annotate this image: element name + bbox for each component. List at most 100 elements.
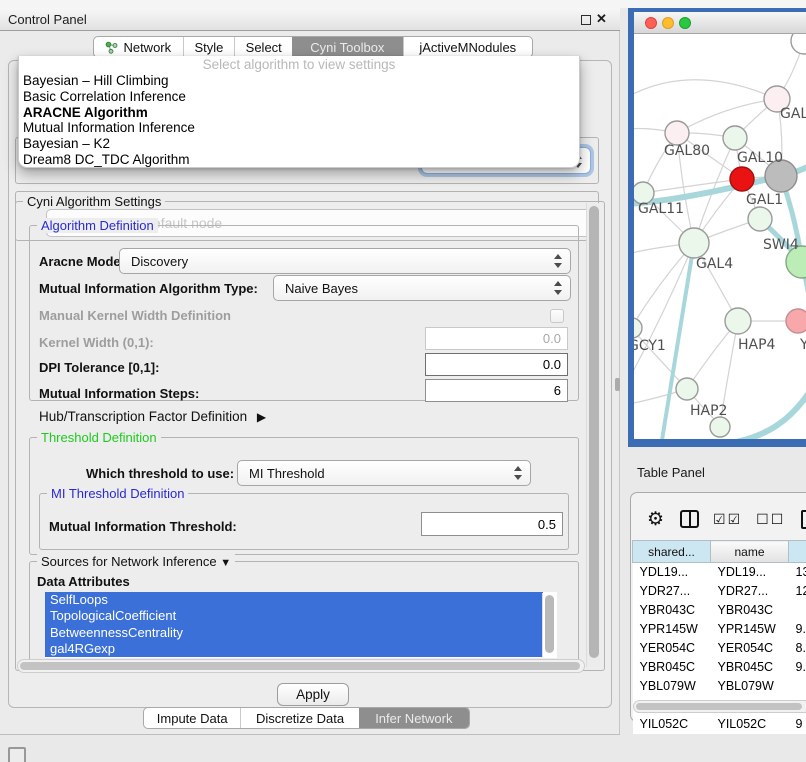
mac-close-icon[interactable] — [645, 17, 657, 29]
algorithm-option[interactable]: Mutual Information Inference — [19, 120, 579, 136]
panel-divider-grip[interactable] — [615, 378, 620, 391]
node-gal10[interactable] — [723, 126, 747, 150]
table-row[interactable]: YIL052CYIL052C9 — [633, 715, 806, 734]
node-gcy1[interactable] — [634, 318, 642, 338]
node-label: GAL80 — [664, 143, 710, 159]
attribute-item[interactable]: BetweennessCentrality — [45, 625, 543, 641]
col-shared-name[interactable]: shared... — [633, 541, 711, 563]
settings-hscrollbar[interactable] — [17, 659, 585, 673]
network-edge[interactable] — [726, 374, 806, 439]
node-gal1[interactable] — [730, 167, 754, 191]
settings-scrollbar[interactable] — [586, 203, 600, 667]
tab-discretize-data-label: Discretize Data — [256, 711, 344, 726]
which-threshold-combo[interactable]: MI Threshold — [237, 460, 531, 486]
bottom-tabbar: Impute Data Discretize Data Infer Networ… — [143, 707, 470, 729]
network-edge[interactable] — [677, 99, 777, 133]
table-cell: YBR043C — [633, 601, 711, 620]
table-row[interactable]: YBR045CYBR045C9. — [633, 658, 806, 677]
dpi-tolerance-input[interactable]: 0.0 — [425, 353, 568, 376]
close-icon[interactable]: ✕ — [596, 11, 607, 27]
network-window-titlebar[interactable] — [634, 12, 806, 34]
table-hscrollbar[interactable] — [633, 700, 806, 713]
table-cell: 8. — [789, 639, 806, 658]
tab-cyni-toolbox[interactable]: Cyni Toolbox — [292, 37, 402, 57]
node-label: SWI4 — [763, 237, 799, 253]
algorithm-option[interactable]: ARACNE Algorithm — [19, 105, 579, 121]
node-partial-top[interactable] — [791, 34, 806, 54]
aracne-mode-combo[interactable]: Discovery — [119, 248, 571, 274]
tab-style[interactable]: Style — [183, 37, 235, 57]
table-row[interactable]: YBL079WYBL079W — [633, 677, 806, 696]
table-cell — [789, 677, 806, 696]
algorithm-option[interactable]: Bayesian – Hill Climbing — [19, 73, 579, 89]
table-cell: YDL19... — [711, 563, 789, 582]
table-panel-title: Table Panel — [637, 465, 705, 480]
restore-panel-icon[interactable] — [8, 747, 26, 762]
aracne-mode-value: Discovery — [131, 254, 188, 269]
tab-discretize-data[interactable]: Discretize Data — [240, 708, 358, 728]
mac-minimize-icon[interactable] — [662, 17, 674, 29]
columns-icon[interactable] — [680, 510, 699, 528]
table-row[interactable]: YPR145WYPR145W9. — [633, 620, 806, 639]
tab-network[interactable]: Network — [94, 37, 183, 57]
apply-button[interactable]: Apply — [277, 683, 349, 706]
tab-select-label: Select — [246, 40, 282, 55]
collapse-down-icon: ▼ — [220, 557, 231, 569]
table-row[interactable]: YDL19...YDL19...13 — [633, 563, 806, 582]
mac-zoom-icon[interactable] — [679, 17, 691, 29]
table-cell — [789, 601, 806, 620]
data-attributes-list[interactable]: SelfLoopsTopologicalCoefficientBetweenne… — [45, 592, 557, 658]
algorithm-definition-legend: Algorithm Definition — [37, 218, 158, 233]
float-window-icon[interactable] — [581, 15, 591, 25]
attribute-item[interactable]: TopologicalCoefficient — [45, 608, 543, 624]
tab-network-label: Network — [123, 40, 171, 55]
gear-icon[interactable]: ⚙ — [647, 510, 664, 529]
node-label: HAP2 — [690, 403, 727, 419]
node-salmon[interactable] — [786, 309, 806, 333]
mi-type-value: Naive Bayes — [285, 281, 358, 296]
mi-threshold-input[interactable]: 0.5 — [421, 512, 563, 536]
network-edge[interactable] — [634, 80, 777, 99]
mi-type-label: Mutual Information Algorithm Type: — [39, 281, 258, 296]
attribute-item[interactable]: gal4RGexp — [45, 641, 543, 657]
table-header-row: shared... name — [633, 541, 806, 563]
algorithm-dropdown-prompt: Select algorithm to view settings — [19, 57, 579, 73]
node-partial-bottom[interactable] — [710, 417, 730, 437]
tab-select[interactable]: Select — [234, 37, 292, 57]
tab-infer-network[interactable]: Infer Network — [359, 708, 469, 728]
tab-jactivemnodules[interactable]: jActiveMNodules — [403, 37, 532, 57]
table-row[interactable]: YER054CYER054C8. — [633, 639, 806, 658]
attributes-list-scrollbar[interactable] — [542, 593, 555, 657]
table-cell: YBR043C — [711, 601, 789, 620]
algorithm-option[interactable]: Bayesian – K2 — [19, 136, 579, 152]
node-hap2[interactable] — [676, 378, 698, 400]
kernel-width-input[interactable]: 0.0 — [425, 327, 568, 350]
table-cell: 9 — [789, 715, 806, 734]
node-swi4[interactable] — [748, 207, 772, 231]
mi-type-combo[interactable]: Naive Bayes — [273, 275, 571, 301]
deselect-all-checks-icon[interactable]: ☐☐ — [756, 511, 785, 528]
col-name[interactable]: name — [711, 541, 789, 563]
network-canvas[interactable]: GALGAL80GAL10GAL1GAL11SWI4GAL4GCY1HAP4YH… — [634, 34, 806, 439]
col-partial[interactable] — [789, 541, 806, 563]
table-row[interactable]: YDR27...YDR27...12 — [633, 582, 806, 601]
export-table-icon[interactable] — [801, 510, 806, 529]
node-hap4[interactable] — [725, 308, 751, 334]
tab-infer-network-label: Infer Network — [375, 711, 452, 726]
algorithm-option[interactable]: Dream8 DC_TDC Algorithm — [19, 152, 579, 168]
table-row[interactable]: YBR043CYBR043C — [633, 601, 806, 620]
tab-impute-data[interactable]: Impute Data — [144, 708, 240, 728]
manual-kernel-checkbox[interactable] — [550, 309, 564, 323]
network-edge[interactable] — [634, 243, 694, 379]
mi-steps-input[interactable]: 6 — [425, 379, 568, 402]
table-cell: YDR27... — [633, 582, 711, 601]
sources-legend[interactable]: Sources for Network Inference ▼ — [37, 554, 235, 569]
hub-definition-toggle[interactable]: Hub/Transcription Factor Definition ▶ — [39, 409, 266, 424]
node-gal4[interactable] — [679, 228, 709, 258]
attribute-item[interactable]: SelfLoops — [45, 592, 543, 608]
tab-impute-data-label: Impute Data — [157, 711, 228, 726]
algorithm-option[interactable]: Basic Correlation Inference — [19, 89, 579, 105]
mi-threshold-legend: MI Threshold Definition — [47, 486, 188, 501]
select-all-checks-icon[interactable]: ☑☑ — [713, 511, 742, 528]
node-gal80[interactable] — [665, 121, 689, 145]
